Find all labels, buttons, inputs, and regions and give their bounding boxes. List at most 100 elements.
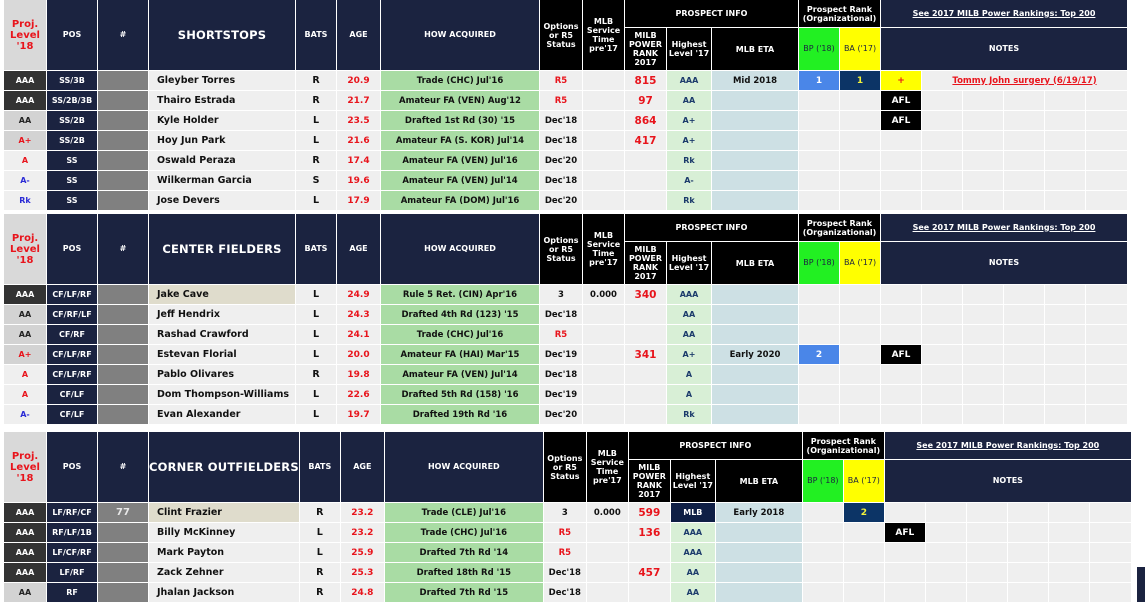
note-cell	[1089, 563, 1131, 582]
note-cell	[1007, 583, 1048, 602]
note-cell	[963, 405, 1003, 424]
note-cell	[922, 325, 962, 344]
position: CF/LF	[47, 405, 97, 424]
bp-rank	[799, 385, 839, 404]
mlb-eta	[712, 131, 798, 150]
note-cell	[966, 503, 1007, 522]
ba-rank-header: BA ('17)	[840, 28, 880, 70]
player-row: AAA CF/LF/RF Jake Cave L 24.9 Rule 5 Ret. (CI…	[4, 285, 1127, 304]
service-time	[583, 365, 624, 384]
options-status: 3	[543, 503, 586, 522]
service-time-header: MLB Service Time pre'17	[586, 432, 628, 502]
position: LF/RF/CF	[47, 503, 97, 522]
jersey-number	[98, 285, 148, 304]
note-cell	[1045, 305, 1085, 324]
note-cell	[1045, 171, 1085, 190]
player-name: Evan Alexander	[149, 405, 295, 424]
how-acquired: Drafted 5th Rd (158) '16	[381, 385, 539, 404]
power-rank	[625, 171, 666, 190]
note-cell	[925, 563, 966, 582]
note-cell	[1048, 543, 1089, 562]
note-cell	[1045, 111, 1085, 130]
bp-rank-header: BP ('18)	[802, 460, 843, 502]
proj-level: AAA	[4, 523, 46, 542]
jersey-number	[98, 191, 148, 210]
ba-rank	[840, 131, 880, 150]
player-name: Gleyber Torres	[149, 71, 295, 90]
note-cell	[922, 151, 962, 170]
mlb-eta	[712, 365, 798, 384]
proj-level: A+	[4, 345, 46, 364]
power-rank	[628, 583, 670, 602]
how-acquired: Amateur FA (VEN) Jul'14	[381, 171, 539, 190]
power-rank-header: MILB POWER RANK 2017	[625, 242, 666, 284]
options-status: R5	[543, 523, 586, 542]
player-name: Hoy Jun Park	[149, 131, 295, 150]
bats: L	[299, 523, 340, 542]
jersey-number: 77	[98, 503, 148, 522]
bats: L	[296, 345, 336, 364]
note-cell	[1004, 365, 1044, 384]
ba-rank	[843, 523, 884, 542]
highest-level: AA	[670, 563, 715, 582]
player-row: AAA RF/LF/1B Billy McKinney L 23.2 Trade (CHC…	[4, 523, 1131, 542]
note-cell	[922, 365, 962, 384]
how-acquired: Trade (CHC) Jul'16	[381, 71, 539, 90]
highest-level-header: Highest Level '17	[667, 242, 711, 284]
highest-level: Rk	[667, 405, 711, 424]
note-cell	[1007, 503, 1048, 522]
jersey-number	[98, 385, 148, 404]
ba-rank-header: BA ('17)	[843, 460, 884, 502]
how-acquired-header: HOW ACQUIRED	[384, 432, 543, 502]
note-cell	[925, 543, 966, 562]
note-cell	[1089, 523, 1131, 542]
age: 23.2	[340, 503, 384, 522]
jersey-number	[98, 345, 148, 364]
options-status: Dec'19	[540, 385, 582, 404]
scrollbar-thumb[interactable]	[1137, 567, 1145, 602]
note-cell	[1004, 151, 1044, 170]
jersey-number	[98, 325, 148, 344]
proj-level: AA	[4, 111, 46, 130]
note-cell	[922, 191, 962, 210]
service-time	[586, 583, 628, 602]
note-cell	[963, 345, 1003, 364]
power-rankings-link[interactable]: See 2017 MILB Power Rankings: Top 200	[881, 214, 1127, 241]
bp-rank	[802, 523, 843, 542]
options-status: Dec'18	[540, 111, 582, 130]
note-link[interactable]: Tommy John surgery (6/19/17)	[922, 71, 1127, 90]
note-cell	[922, 405, 962, 424]
power-rank: 815	[625, 71, 666, 90]
jersey-number	[98, 543, 148, 562]
player-row: Rk SS Jose Devers L 17.9 Amateur FA (DOM) Jul…	[4, 191, 1127, 210]
bats: L	[299, 543, 340, 562]
number-header: #	[98, 214, 148, 284]
how-acquired: Drafted 18th Rd '15	[384, 563, 543, 582]
bats: R	[296, 365, 336, 384]
note-cell	[922, 131, 962, 150]
note-cell	[1004, 405, 1044, 424]
power-rank: 457	[628, 563, 670, 582]
power-rank-header: MILB POWER RANK 2017	[628, 460, 670, 502]
player-name: Jake Cave	[149, 285, 295, 304]
notes-header: NOTES	[881, 28, 1127, 70]
note-cell	[925, 523, 966, 542]
ba-rank	[840, 325, 880, 344]
note-cell	[1045, 365, 1085, 384]
age-header: AGE	[340, 432, 384, 502]
note-cell	[1086, 345, 1127, 364]
ba-rank-header: BA ('17)	[840, 242, 880, 284]
player-row: AA SS/2B Kyle Holder L 23.5 Drafted 1st Rd (3…	[4, 111, 1127, 130]
how-acquired: Amateur FA (S. KOR) Jul'14	[381, 131, 539, 150]
note-cell	[922, 285, 962, 304]
options-status: Dec'18	[540, 131, 582, 150]
power-rank	[625, 151, 666, 170]
notes-header: NOTES	[881, 242, 1127, 284]
proj-level: A	[4, 385, 46, 404]
player-row: AAA SS/2B/3B Thairo Estrada R 21.7 Amateur FA…	[4, 91, 1127, 110]
power-rankings-link[interactable]: See 2017 MILB Power Rankings: Top 200	[884, 432, 1131, 459]
bats: L	[296, 111, 336, 130]
service-time	[583, 191, 624, 210]
power-rankings-link[interactable]: See 2017 MILB Power Rankings: Top 200	[881, 0, 1127, 27]
power-rank	[625, 325, 666, 344]
